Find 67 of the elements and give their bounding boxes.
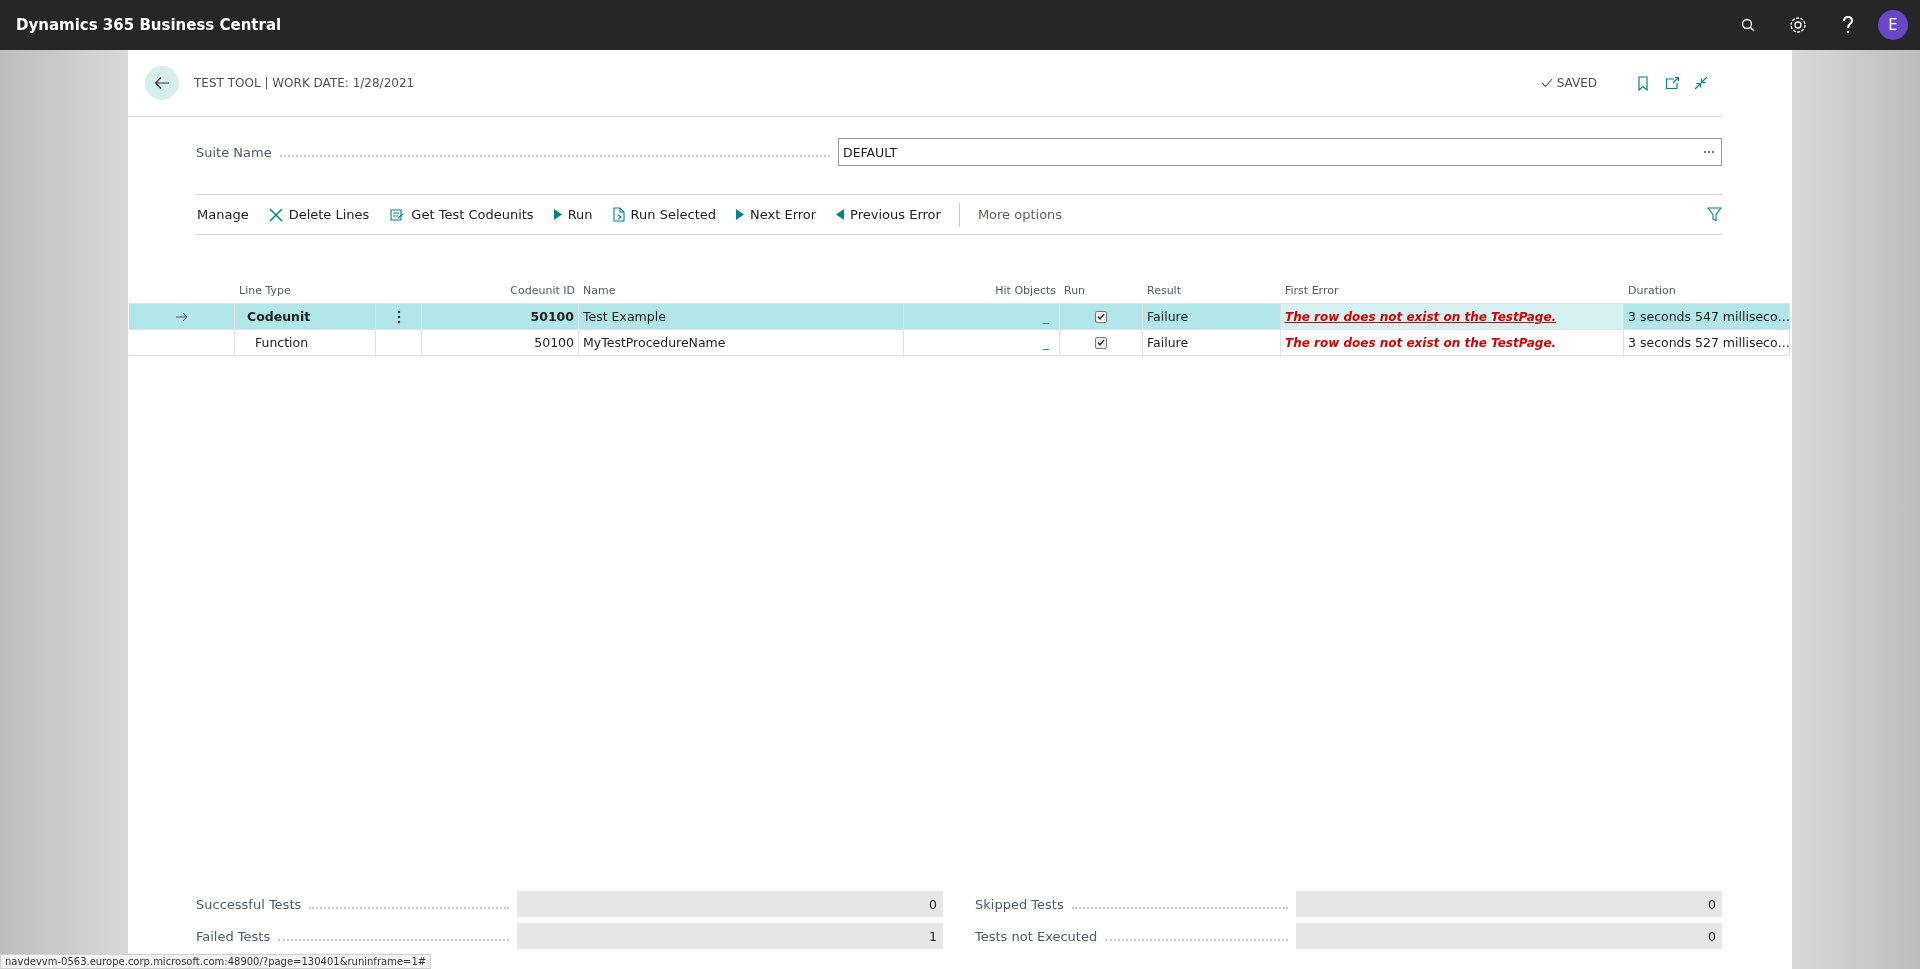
table-cell: Failure [1143, 303, 1281, 330]
check-icon [1540, 78, 1553, 88]
filter-icon[interactable] [1707, 207, 1722, 222]
column-header[interactable]: First Error [1281, 277, 1624, 303]
play-icon [553, 209, 562, 220]
checkbox[interactable] [1095, 310, 1107, 323]
table-cell: Function [235, 330, 376, 356]
document-run-icon [612, 207, 625, 222]
column-header[interactable]: Line Type [235, 277, 376, 303]
check-icon [1097, 313, 1105, 320]
column-header[interactable]: Run [1060, 277, 1143, 303]
hit-objects-link[interactable]: _ [1042, 335, 1049, 350]
action-button[interactable]: Next Error [726, 199, 827, 230]
bookmark-icon[interactable] [1636, 75, 1650, 91]
help-icon[interactable] [1842, 16, 1854, 34]
delete-icon [268, 207, 283, 222]
error-link[interactable]: The row does not exist on the TestPage. [1285, 335, 1557, 350]
value-field: 1 [517, 923, 943, 949]
table-cell: Codeunit [235, 303, 376, 330]
settings-icon[interactable] [1789, 16, 1807, 34]
more-options-button[interactable]: More options [959, 199, 1073, 230]
field-label: Successful Tests [196, 896, 302, 912]
back-arrow-icon [154, 76, 170, 90]
table-cell: Test Example [579, 303, 904, 330]
app-title: Dynamics 365 Business Central [16, 16, 283, 34]
action-button[interactable]: Delete Lines [258, 199, 380, 230]
value-field: 0 [517, 891, 943, 917]
column-header[interactable]: Name [579, 277, 904, 303]
table-cell: 3 seconds 547 milliseco… [1624, 303, 1790, 330]
column-header[interactable]: Result [1143, 277, 1281, 303]
field-label: Tests not Executed [975, 928, 1098, 944]
table-cell: 50100 [422, 330, 579, 356]
suite-name-field[interactable]: DEFAULT [838, 138, 1722, 166]
column-header[interactable]: Codeunit ID [422, 277, 579, 303]
user-avatar[interactable]: E [1878, 10, 1908, 40]
open-in-window-icon[interactable] [1665, 75, 1679, 91]
action-button[interactable]: Get Test Codeunits [379, 199, 544, 230]
action-button[interactable]: Manage [196, 199, 259, 230]
field-label: Suite Name [196, 144, 272, 160]
value-field: 0 [1296, 891, 1722, 917]
page-title: TEST TOOL | WORK DATE: 1/28/2021 [194, 76, 416, 90]
field-label: Failed Tests [196, 928, 271, 944]
collapse-icon[interactable] [1694, 75, 1708, 91]
play-icon [736, 209, 744, 220]
action-button[interactable]: Run [543, 199, 603, 230]
field-label: Skipped Tests [975, 896, 1064, 912]
back-button[interactable] [145, 66, 179, 100]
ellipsis-icon[interactable] [1703, 150, 1715, 154]
codeunits-icon [389, 207, 406, 222]
table-cell: 3 seconds 527 milliseco… [1624, 330, 1790, 356]
checkbox[interactable] [1095, 336, 1107, 349]
action-button[interactable]: Previous Error [826, 199, 951, 230]
reverse-play-icon [836, 209, 845, 220]
action-button[interactable]: Run Selected [602, 199, 726, 230]
save-status: SAVED [1556, 76, 1597, 90]
check-icon [1097, 339, 1105, 346]
hit-objects-link[interactable]: _ [1042, 309, 1049, 324]
url-tooltip: navdevvm-0563.europe.corp.microsoft.com:48900/?page=130401&runinframe=1# [0, 954, 432, 969]
arrow-icon [175, 311, 188, 322]
table-cell: MyTestProcedureName [579, 330, 904, 356]
column-header[interactable]: Hit Objects [904, 277, 1060, 303]
table-cell: 50100 [422, 303, 579, 330]
table-cell: Failure [1143, 330, 1281, 356]
column-header[interactable]: Duration [1624, 277, 1790, 303]
search-icon[interactable] [1741, 18, 1755, 32]
more-vertical-icon[interactable] [396, 309, 401, 324]
value-field: 0 [1296, 923, 1722, 949]
